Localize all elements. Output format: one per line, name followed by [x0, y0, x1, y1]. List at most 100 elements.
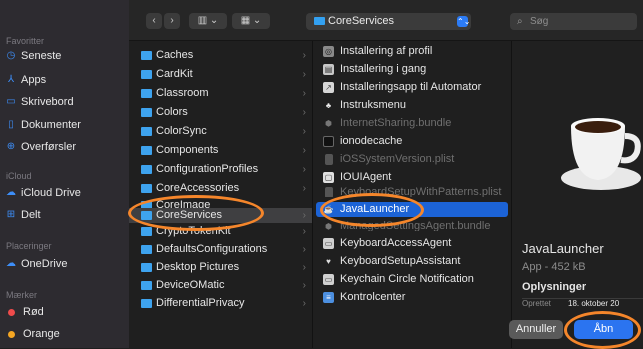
forward-button[interactable]: › — [164, 13, 180, 29]
list-item[interactable]: ColorSync › — [129, 124, 312, 139]
clock-icon: ◷ — [6, 50, 16, 61]
sidebar-item-tag-orange[interactable]: Orange — [6, 328, 60, 340]
list-item[interactable]: ▭ KeyboardAccessAgent — [313, 236, 511, 251]
chevron-right-icon: › — [302, 226, 306, 237]
chevron-right-icon: › — [302, 244, 306, 255]
preview-info-label: Oplysninger — [522, 281, 587, 293]
chevron-right-icon: › — [302, 69, 306, 80]
preview-name: JavaLauncher — [522, 241, 604, 256]
highlight-ring — [564, 311, 641, 349]
list-item[interactable]: ♥ KeyboardSetupAssistant — [313, 254, 511, 269]
chevron-right-icon: › — [302, 145, 306, 156]
sidebar: Favoritter ◷ Seneste ⅄ Apps ▭ Skrivebord ▯ D… — [0, 0, 129, 348]
sidebar-item-desktop[interactable]: ▭ Skrivebord — [6, 96, 73, 108]
path-popup[interactable]: CoreServices ⌃⌄ — [306, 13, 471, 30]
sidebar-item-onedrive[interactable]: ☁ OneDrive — [6, 258, 67, 270]
file-icon — [325, 187, 333, 197]
path-label: CoreServices — [328, 15, 395, 27]
locations-heading: Placeringer — [6, 241, 52, 251]
cloud-icon: ☁ — [6, 258, 16, 269]
tag-red-dot — [8, 308, 15, 316]
folder-icon — [141, 108, 152, 117]
preview-pane: JavaLauncher App - 452 kB Oplysninger Op… — [512, 41, 643, 348]
sidebar-item-shared[interactable]: ⊞ Delt — [6, 209, 41, 221]
folder-icon — [141, 165, 152, 174]
desktop-icon: ▭ — [6, 96, 16, 107]
list-item[interactable]: ▭ Keychain Circle Notification — [313, 272, 511, 287]
chevron-right-icon: › — [302, 298, 306, 309]
list-item[interactable]: Classroom › — [129, 86, 312, 101]
chevron-right-icon: › — [302, 164, 306, 175]
list-item[interactable]: ⬢ InternetSharing.bundle — [313, 116, 511, 131]
shared-folder-icon: ⊞ — [6, 209, 16, 220]
app-icon: ≡ — [323, 292, 334, 303]
list-item[interactable]: ConfigurationProfiles › — [129, 162, 312, 177]
folder-icon — [141, 184, 152, 193]
file-icon — [325, 154, 333, 165]
folder-icon — [141, 51, 152, 60]
cancel-button[interactable]: Annuller — [509, 320, 563, 339]
download-icon: ⊕ — [6, 141, 16, 152]
back-button[interactable]: ‹ — [146, 13, 162, 29]
folder-icon — [141, 245, 152, 254]
sidebar-item-downloads[interactable]: ⊕ Overførsler — [6, 141, 76, 153]
list-item[interactable]: ♣ Instruksmenu — [313, 98, 511, 113]
list-item[interactable]: iOSSystemVersion.plist — [313, 152, 511, 167]
list-item[interactable]: Caches › — [129, 48, 312, 63]
list-item[interactable]: Desktop Pictures › — [129, 260, 312, 275]
list-item[interactable]: ◎ Installering af profil — [313, 44, 511, 59]
app-icon: ▤ — [323, 64, 334, 75]
search-icon: ⌕ — [517, 16, 523, 27]
group-button[interactable]: ▦ ⌄ — [232, 13, 270, 29]
java-coffee-cup-icon — [561, 118, 641, 190]
folder-icon — [141, 89, 152, 98]
icloud-heading: iCloud — [6, 171, 32, 181]
list-item[interactable]: DeviceOMatic › — [129, 278, 312, 293]
folder-icon — [141, 127, 152, 136]
list-item[interactable]: CoreAccessories › — [129, 181, 312, 196]
sidebar-item-apps[interactable]: ⅄ Apps — [6, 74, 46, 86]
folder-icon — [141, 70, 152, 79]
highlight-ring — [128, 195, 264, 231]
folder-icon — [141, 281, 152, 290]
app-icon: ♣ — [325, 101, 332, 110]
chevron-right-icon: › — [302, 107, 306, 118]
chevron-right-icon: › — [302, 262, 306, 273]
chevron-right-icon: › — [302, 183, 306, 194]
list-item[interactable]: ▤ Installering i gang — [313, 62, 511, 77]
cloud-icon: ☁ — [6, 187, 16, 198]
document-icon: ▯ — [8, 119, 14, 130]
app-icon: ♥ — [326, 257, 331, 266]
folder-column: Caches › CardKit › Classroom › Colors › Colo… — [129, 41, 313, 348]
tag-orange-dot — [8, 330, 15, 338]
bundle-icon: ⬢ — [325, 119, 332, 128]
list-item[interactable]: DifferentialPrivacy › — [129, 296, 312, 311]
apps-icon: ⅄ — [7, 74, 15, 85]
list-item[interactable]: ionodecache — [313, 134, 511, 149]
preview-kind: App - 452 kB — [522, 261, 586, 273]
chevron-right-icon: › — [302, 280, 306, 291]
list-item[interactable]: ≡ Kontrolcenter — [313, 290, 511, 305]
view-mode-button[interactable]: ▥ ⌄ — [189, 13, 227, 29]
file-column: ◎ Installering af profil ▤ Installering i … — [313, 41, 512, 348]
list-item[interactable]: ↗ Installeringsapp til Automator — [313, 80, 511, 95]
created-label: Oprettet — [522, 299, 551, 308]
chevron-right-icon: › — [302, 50, 306, 61]
bundle-icon: ⬢ — [325, 222, 332, 231]
favorites-heading: Favoritter — [6, 36, 45, 46]
search-field[interactable]: ⌕ Søg — [510, 13, 637, 30]
app-icon: ▭ — [323, 238, 334, 249]
sidebar-item-documents[interactable]: ▯ Dokumenter — [6, 119, 81, 131]
list-item[interactable]: Colors › — [129, 105, 312, 120]
list-item[interactable]: CardKit › — [129, 67, 312, 82]
list-item[interactable]: ▢ IOUIAgent — [313, 170, 511, 185]
list-item[interactable]: DefaultsConfigurations › — [129, 242, 312, 257]
sidebar-item-tag-red[interactable]: Rød — [6, 306, 44, 318]
highlight-ring — [320, 193, 424, 227]
list-item[interactable]: Components › — [129, 143, 312, 158]
sidebar-item-icloud-drive[interactable]: ☁ iCloud Drive — [6, 187, 81, 199]
sidebar-item-recents[interactable]: ◷ Seneste — [6, 50, 62, 62]
folder-icon — [141, 146, 152, 155]
folder-icon — [141, 227, 152, 236]
app-icon: ↗ — [323, 82, 334, 93]
